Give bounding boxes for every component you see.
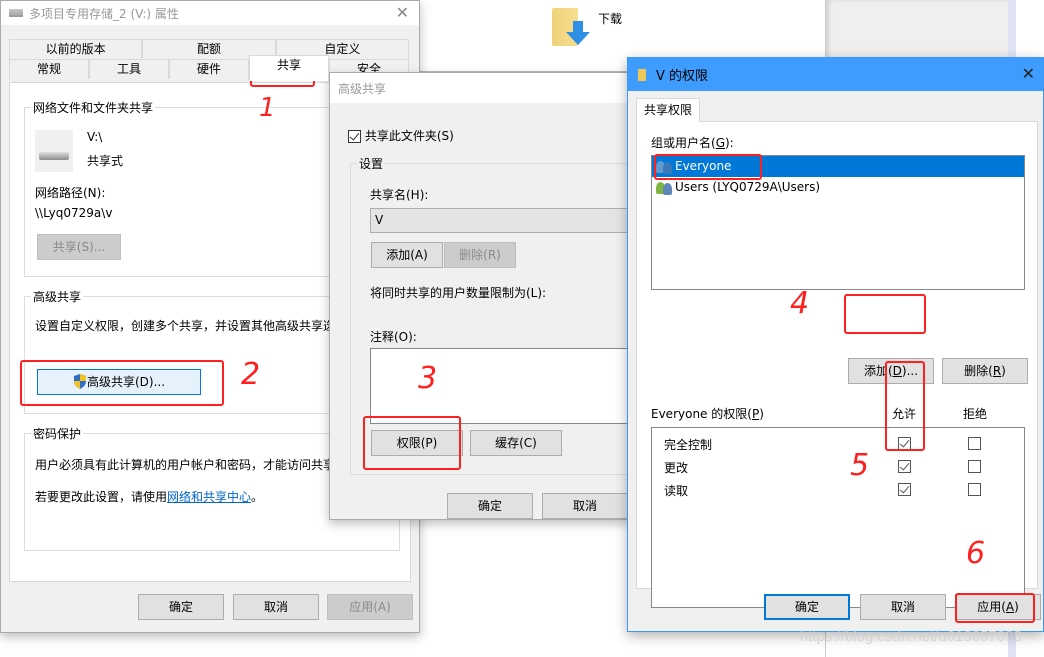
users-group-icon bbox=[656, 181, 673, 195]
permission-change: 更改 bbox=[664, 461, 689, 475]
explorer-side-area bbox=[825, 0, 1010, 60]
properties-titlebar: 多项目专用存储_2 (V:) 属性 bbox=[1, 1, 419, 25]
share-name-field[interactable]: V bbox=[370, 208, 630, 233]
user-name: Users (LYQ0729A\Users) bbox=[675, 180, 821, 194]
cancel-button[interactable]: 取消 bbox=[233, 594, 319, 620]
advanced-sharing-titlebar: 高级共享 bbox=[330, 73, 628, 103]
cancel-button[interactable]: 取消 bbox=[542, 493, 628, 519]
permission-read: 读取 bbox=[664, 484, 689, 498]
annotation-number-1: 1 bbox=[259, 93, 276, 123]
permissions-list: 完全控制 更改 读取 bbox=[651, 427, 1025, 608]
permissions-window: V 的权限 ✕ 共享权限 组或用户名(G): Everyone Users (L… bbox=[627, 57, 1044, 632]
group-title: 网络文件和文件夹共享 bbox=[31, 99, 156, 116]
add-share-button[interactable]: 添加(A) bbox=[371, 242, 443, 268]
permissions-for-label: Everyone 的权限(P) bbox=[651, 407, 764, 421]
tab-share-permissions[interactable]: 共享权限 bbox=[636, 98, 700, 122]
watermark: https://blog.csdn.net/u013657098 bbox=[800, 628, 1022, 645]
tab-hardware[interactable]: 硬件 bbox=[169, 59, 249, 79]
deny-full-control-checkbox[interactable] bbox=[968, 437, 981, 450]
permissions-titlebar: V 的权限 bbox=[628, 58, 1043, 91]
allow-read-checkbox[interactable] bbox=[898, 483, 911, 496]
change-setting-prefix: 若要更改此设置，请使用 bbox=[35, 490, 168, 504]
annotation-number-5: 5 bbox=[850, 448, 870, 483]
annotation-box-4 bbox=[844, 294, 926, 334]
list-item-users[interactable]: Users (LYQ0729A\Users) bbox=[652, 177, 1024, 198]
comment-field[interactable] bbox=[370, 348, 630, 424]
annotation-box-3 bbox=[363, 416, 461, 470]
network-sharing-center-link[interactable]: 网络和共享中心 bbox=[167, 490, 251, 504]
apply-button[interactable]: 应用(A) bbox=[327, 594, 413, 620]
tab-sharing[interactable]: 共享 bbox=[249, 55, 329, 81]
share-permissions-panel: 组或用户名(G): Everyone Users (LYQ0729A\Users… bbox=[636, 121, 1038, 608]
annotation-box-everyone bbox=[654, 154, 762, 180]
ok-button[interactable]: 确定 bbox=[447, 493, 533, 519]
share-button[interactable]: 共享(S)... bbox=[37, 234, 121, 260]
password-description: 用户必须具有此计算机的用户帐户和密码，才能访问共享 bbox=[35, 458, 336, 472]
downloads-folder-icon[interactable] bbox=[552, 6, 592, 48]
annotation-box-2 bbox=[20, 360, 224, 406]
annotation-number-2: 2 bbox=[241, 357, 261, 392]
caching-button[interactable]: 缓存(C) bbox=[470, 430, 562, 456]
close-icon[interactable]: ✕ bbox=[396, 3, 409, 22]
annotation-box-5 bbox=[885, 361, 925, 451]
drive-name: V:\ bbox=[87, 130, 103, 144]
drive-icon bbox=[35, 130, 73, 172]
folder-icon bbox=[638, 68, 646, 81]
advanced-sharing-description: 设置自定义权限，创建多个共享，并设置其他高级共享选 bbox=[35, 319, 336, 333]
remove-share-button[interactable]: 删除(R) bbox=[444, 242, 516, 268]
permission-full-control: 完全控制 bbox=[664, 438, 713, 452]
annotation-number-4: 4 bbox=[790, 286, 810, 321]
network-path-value: \\Lyq0729a\v bbox=[35, 206, 113, 220]
change-setting-suffix: 。 bbox=[251, 490, 264, 504]
annotation-number-6: 6 bbox=[966, 536, 986, 571]
deny-change-checkbox[interactable] bbox=[968, 460, 981, 473]
group-title: 密码保护 bbox=[31, 425, 84, 442]
share-name-label: 共享名(H): bbox=[370, 188, 429, 202]
share-folder-label: 共享此文件夹(S) bbox=[364, 129, 454, 143]
window-title: V 的权限 bbox=[656, 69, 709, 84]
share-folder-checkbox-row[interactable]: 共享此文件夹(S) bbox=[348, 127, 454, 144]
cancel-button[interactable]: 取消 bbox=[860, 594, 946, 620]
window-title: 多项目专用存储_2 (V:) 属性 bbox=[29, 6, 179, 21]
annotation-number-3: 3 bbox=[418, 361, 438, 396]
allow-change-checkbox[interactable] bbox=[898, 460, 911, 473]
drive-share-status: 共享式 bbox=[87, 154, 124, 168]
tab-tools[interactable]: 工具 bbox=[89, 59, 169, 79]
group-users-label: 组或用户名(G): bbox=[651, 136, 734, 150]
deny-column-header: 拒绝 bbox=[963, 407, 988, 421]
share-folder-checkbox[interactable] bbox=[348, 130, 361, 143]
group-title: 设置 bbox=[357, 155, 386, 172]
group-title: 高级共享 bbox=[31, 288, 84, 305]
remove-user-button[interactable]: 删除(R) bbox=[942, 358, 1028, 384]
user-limit-label: 将同时共享的用户数量限制为(L): bbox=[370, 286, 547, 300]
tab-general[interactable]: 常规 bbox=[9, 59, 89, 79]
ok-button[interactable]: 确定 bbox=[764, 594, 850, 620]
downloads-folder-label[interactable]: 下载 bbox=[598, 10, 622, 27]
tab-previous-versions[interactable]: 以前的版本 bbox=[9, 39, 143, 59]
deny-read-checkbox[interactable] bbox=[968, 483, 981, 496]
network-path-label: 网络路径(N): bbox=[35, 186, 106, 200]
close-icon[interactable]: ✕ bbox=[1022, 64, 1035, 83]
scrollbar-track bbox=[1008, 0, 1016, 60]
comment-label: 注释(O): bbox=[370, 330, 417, 344]
ok-button[interactable]: 确定 bbox=[138, 594, 224, 620]
annotation-box-6 bbox=[955, 593, 1035, 623]
advanced-sharing-window: 高级共享 共享此文件夹(S) 设置 共享名(H): V 添加(A) 删除(R) … bbox=[329, 72, 640, 520]
change-setting-text: 若要更改此设置，请使用网络和共享中心。 bbox=[35, 488, 263, 505]
drive-icon bbox=[9, 9, 23, 17]
